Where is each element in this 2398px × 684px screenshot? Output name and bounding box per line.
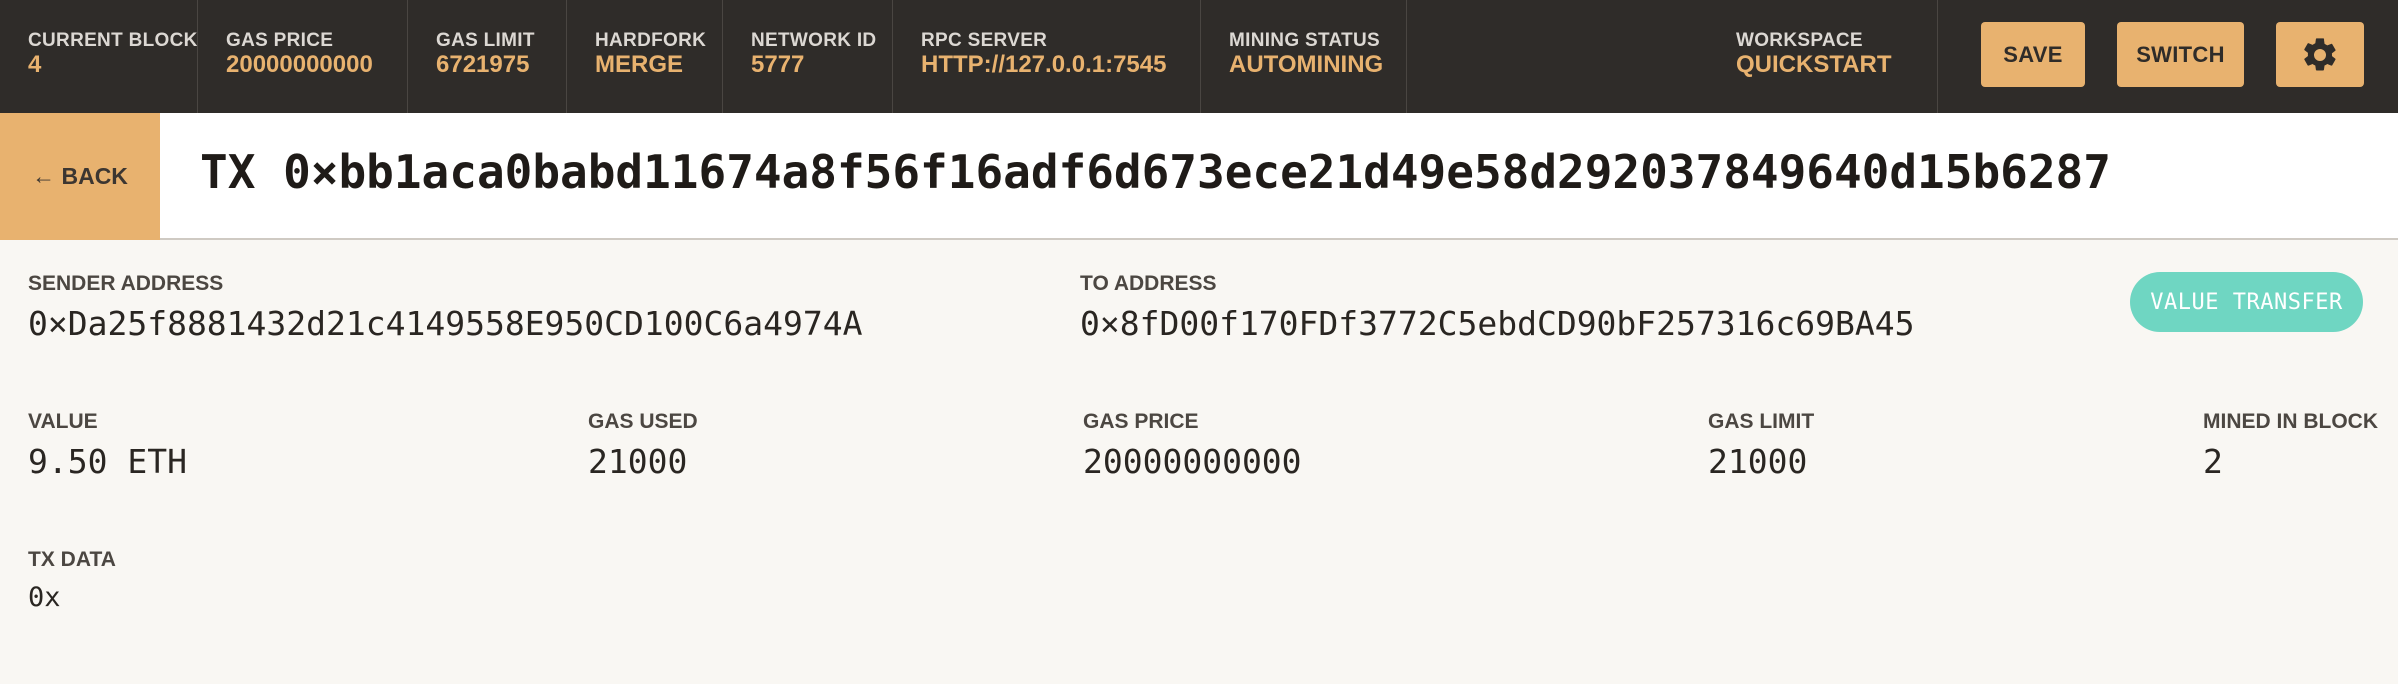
mined-in-block-field: MINED IN BLOCK 2 xyxy=(2203,410,2378,481)
gas-used-label: GAS USED xyxy=(588,410,698,433)
sender-address-value: 0×Da25f8881432d21c4149558E950CD100C6a497… xyxy=(28,304,863,343)
hardfork-stat: HARDFORK MERGE xyxy=(567,0,723,113)
current-block-stat: CURRENT BLOCK 4 xyxy=(0,0,198,113)
status-bar: CURRENT BLOCK 4 GAS PRICE 20000000000 GA… xyxy=(0,0,2398,113)
workspace-stat: WORKSPACE QUICKSTART xyxy=(1708,0,1938,113)
to-address-value: 0×8fD00f170FDf3772C5ebdCD90bF257316c69BA… xyxy=(1080,304,1915,343)
network-id-value: 5777 xyxy=(751,51,805,78)
save-button[interactable]: SAVE xyxy=(1981,22,2085,87)
switch-button[interactable]: SWITCH xyxy=(2117,22,2244,87)
current-block-value: 4 xyxy=(28,51,42,78)
workspace-label: WORKSPACE xyxy=(1736,30,1863,51)
gas-limit-value: 6721975 xyxy=(436,51,530,78)
tx-gas-price-value: 20000000000 xyxy=(1083,442,1302,481)
rpc-server-value: HTTP://127.0.0.1:7545 xyxy=(921,51,1167,78)
tx-data-label: TX DATA xyxy=(28,548,116,571)
sender-address-field: SENDER ADDRESS 0×Da25f8881432d21c4149558… xyxy=(28,272,862,343)
workspace-value: QUICKSTART xyxy=(1736,51,1892,78)
gas-price-label: GAS PRICE xyxy=(226,30,334,51)
gas-used-value: 21000 xyxy=(588,442,688,481)
mining-status-stat: MINING STATUS AUTOMINING xyxy=(1201,0,1407,113)
rpc-server-label: RPC SERVER xyxy=(921,30,1048,51)
value-value: 9.50 ETH xyxy=(28,442,187,481)
settings-button[interactable] xyxy=(2276,22,2364,87)
tx-gas-limit-label: GAS LIMIT xyxy=(1708,410,1815,433)
tx-gas-limit-field: GAS LIMIT 21000 xyxy=(1708,410,1814,481)
tx-data-value: 0x xyxy=(28,582,61,613)
tx-gas-limit-value: 21000 xyxy=(1708,442,1808,481)
network-id-label: NETWORK ID xyxy=(751,30,877,51)
gas-price-value: 20000000000 xyxy=(226,51,373,78)
sender-address-label: SENDER ADDRESS xyxy=(28,272,224,295)
hardfork-label: HARDFORK xyxy=(595,30,707,51)
value-label: VALUE xyxy=(28,410,98,433)
value-transfer-badge: VALUE TRANSFER xyxy=(2130,272,2363,332)
current-block-label: CURRENT BLOCK xyxy=(28,30,198,51)
gas-price-stat: GAS PRICE 20000000000 xyxy=(198,0,408,113)
toolbar-divider xyxy=(1937,0,1938,113)
to-address-label: TO ADDRESS xyxy=(1080,272,1217,295)
tx-gas-price-label: GAS PRICE xyxy=(1083,410,1199,433)
tx-data-field: TX DATA 0x xyxy=(28,548,116,613)
network-id-stat: NETWORK ID 5777 xyxy=(723,0,893,113)
transaction-header: ← BACK TX 0×bb1aca0babd11674a8f56f16adf6… xyxy=(0,113,2398,240)
gear-icon xyxy=(2304,37,2336,70)
gas-limit-stat: GAS LIMIT 6721975 xyxy=(408,0,567,113)
gas-used-field: GAS USED 21000 xyxy=(588,410,698,481)
mined-in-block-value: 2 xyxy=(2203,442,2223,481)
to-address-field: TO ADDRESS 0×8fD00f170FDf3772C5ebdCD90bF… xyxy=(1080,272,1914,343)
back-button[interactable]: ← BACK xyxy=(0,113,160,240)
mining-status-value: AUTOMINING xyxy=(1229,51,1384,78)
rpc-server-stat: RPC SERVER HTTP://127.0.0.1:7545 xyxy=(893,0,1201,113)
mining-status-label: MINING STATUS xyxy=(1229,30,1380,51)
value-field: VALUE 9.50 ETH xyxy=(28,410,187,481)
mined-in-block-label: MINED IN BLOCK xyxy=(2203,410,2378,433)
gas-limit-label: GAS LIMIT xyxy=(436,30,535,51)
tx-gas-price-field: GAS PRICE 20000000000 xyxy=(1083,410,1302,481)
hardfork-value: MERGE xyxy=(595,51,684,78)
transaction-title: TX 0×bb1aca0babd11674a8f56f16adf6d673ece… xyxy=(200,145,2111,199)
